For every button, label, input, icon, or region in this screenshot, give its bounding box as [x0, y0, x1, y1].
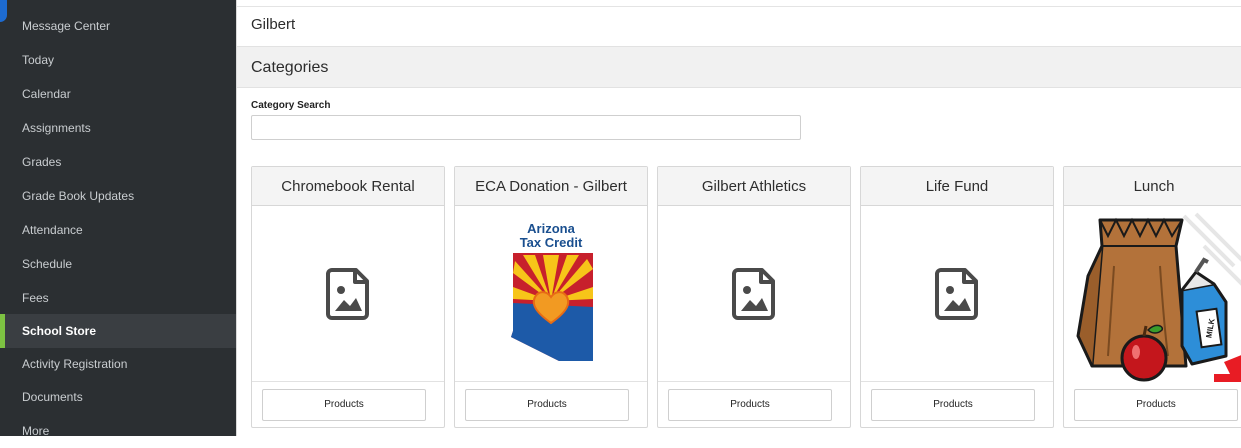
sidebar-item-school-store[interactable]: School Store	[0, 314, 236, 348]
page-title: Categories	[251, 59, 329, 76]
card-image	[861, 206, 1053, 382]
category-search-label: Category Search	[251, 100, 331, 111]
logo-text-line2: Tax Credit	[520, 235, 583, 250]
products-button[interactable]: Products	[1074, 389, 1238, 421]
sidebar-item-grade-book-updates[interactable]: Grade Book Updates	[0, 179, 236, 213]
sidebar-item-message-center[interactable]: Message Center	[0, 9, 236, 43]
placeholder-image-icon	[326, 267, 369, 320]
card-title: Lunch	[1064, 167, 1241, 206]
placeholder-image-icon	[935, 267, 978, 320]
card-title: ECA Donation - Gilbert	[455, 167, 647, 206]
products-button[interactable]: Products	[871, 389, 1035, 421]
card-image: Arizona Tax Credit	[455, 206, 647, 382]
logo-text-line1: Arizona	[527, 221, 575, 236]
category-card-chromebook-rental[interactable]: Chromebook Rental Products	[251, 166, 445, 428]
products-button[interactable]: Products	[668, 389, 832, 421]
category-card-gilbert-athletics[interactable]: Gilbert Athletics Products	[657, 166, 851, 428]
school-name: Gilbert	[251, 16, 296, 33]
products-button[interactable]: Products	[465, 389, 629, 421]
placeholder-image-icon	[732, 267, 775, 320]
card-image	[252, 206, 444, 382]
lunch-bag-illustration: MILK	[1076, 212, 1241, 382]
sidebar-item-activity-registration[interactable]: Activity Registration	[0, 347, 236, 381]
sidebar-item-more[interactable]: More	[0, 414, 236, 448]
categories-header: Categories	[237, 46, 1241, 88]
card-title: Chromebook Rental	[252, 167, 444, 206]
card-image	[658, 206, 850, 382]
sidebar-item-grades[interactable]: Grades	[0, 145, 236, 179]
category-card-lunch[interactable]: Lunch MILK Products	[1063, 166, 1241, 428]
arizona-tax-credit-logo: Arizona Tax Credit	[511, 221, 593, 361]
card-title: Gilbert Athletics	[658, 167, 850, 206]
sidebar-item-fees[interactable]: Fees	[0, 281, 236, 315]
school-header: Gilbert	[237, 6, 1241, 46]
sidebar-nav: Message Center Today Calendar Assignment…	[0, 0, 236, 438]
category-card-life-fund[interactable]: Life Fund Products	[860, 166, 1054, 428]
sidebar-item-documents[interactable]: Documents	[0, 380, 236, 414]
sidebar-item-schedule[interactable]: Schedule	[0, 247, 236, 281]
category-search-input[interactable]	[251, 115, 801, 140]
sidebar-item-assignments[interactable]: Assignments	[0, 111, 236, 145]
main-content: Gilbert Categories Category Search Chrom…	[236, 0, 1241, 436]
card-image: MILK	[1064, 206, 1241, 382]
sidebar-item-calendar[interactable]: Calendar	[0, 77, 236, 111]
category-card-eca-donation[interactable]: ECA Donation - Gilbert Arizona Tax Credi…	[454, 166, 648, 428]
card-title: Life Fund	[861, 167, 1053, 206]
products-button[interactable]: Products	[262, 389, 426, 421]
sidebar-item-today[interactable]: Today	[0, 43, 236, 77]
sidebar-item-attendance[interactable]: Attendance	[0, 213, 236, 247]
